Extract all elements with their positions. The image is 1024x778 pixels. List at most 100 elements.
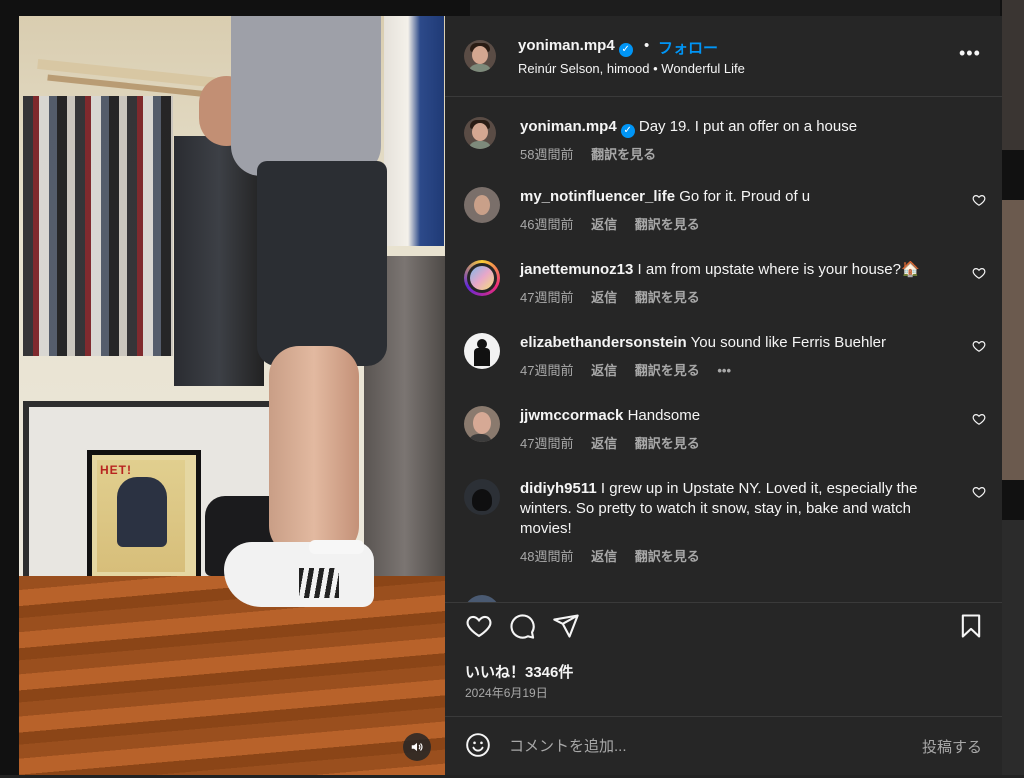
comment-avatar[interactable] <box>464 260 500 296</box>
comment-body: janettemunoz13 I am from upstate where i… <box>520 260 960 280</box>
comment-avatar[interactable] <box>464 595 500 602</box>
like-count[interactable]: いいね！3346件 <box>465 661 573 682</box>
reply-button[interactable]: 返信 <box>591 217 617 232</box>
actions-divider <box>445 602 1002 603</box>
author-avatar[interactable] <box>464 40 496 72</box>
video-scene-poster: HET! <box>87 450 201 588</box>
heart-icon[interactable] <box>465 612 493 640</box>
comment-username[interactable]: my_notinfluencer_life <box>520 188 675 205</box>
caption-translate-link[interactable]: 翻訳を見る <box>591 147 656 162</box>
video-scene-sock-stripes <box>299 568 339 598</box>
verified-icon: ✓ <box>620 124 635 138</box>
small-heart-icon <box>972 487 986 498</box>
comment-time[interactable]: 47週間前 <box>520 290 573 305</box>
like-comment-button[interactable] <box>972 412 986 429</box>
comment-meta: 47週間前 返信 翻訳を見る ••• <box>520 360 745 379</box>
comments-list[interactable]: yoniman.mp4 ✓ Day 19. I put an offer on a… <box>445 97 1002 602</box>
caption-text: Day 19. I put an offer on a house <box>638 118 858 135</box>
bookmark-icon[interactable] <box>957 612 985 640</box>
caption-username[interactable]: yoniman.mp4 <box>520 118 617 135</box>
video-scene-sock-top <box>309 540 364 554</box>
comment-username[interactable]: janettemunoz13 <box>520 261 633 278</box>
sound-toggle-button[interactable] <box>403 733 431 761</box>
post-comment-button[interactable]: 投稿する <box>922 736 982 757</box>
background-video-tile <box>1002 200 1024 480</box>
video-scene-person-torso <box>231 16 381 176</box>
comment-username[interactable]: jjwmccormack <box>520 407 623 424</box>
comment-avatar[interactable] <box>464 406 500 442</box>
share-icon[interactable] <box>552 612 580 640</box>
post-header: yoniman.mp4 ✓ • フォロー Reinúr Selson, himoo… <box>445 16 1002 96</box>
translate-link[interactable]: 翻訳を見る <box>635 217 700 232</box>
reply-button[interactable]: 返信 <box>591 436 617 451</box>
comment-avatar[interactable] <box>464 333 500 369</box>
small-heart-icon <box>972 341 986 352</box>
comment-text: You sound like Ferris Buehler <box>690 334 887 351</box>
translate-link[interactable]: 翻訳を見る <box>635 363 700 378</box>
poster-figure <box>117 477 167 547</box>
post-modal: HET! yoniman.mp4 ✓ • フォロー Reinúr Selson,… <box>19 16 1002 775</box>
small-heart-icon <box>972 414 986 425</box>
comment-body: jjwmccormack Handsome <box>520 406 960 426</box>
more-icon[interactable]: ••• <box>959 43 981 64</box>
caption-avatar[interactable] <box>464 117 496 149</box>
comment-meta: 47週間前 返信 翻訳を見る <box>520 287 714 306</box>
comment-meta: 47週間前 返信 翻訳を見る <box>520 433 714 452</box>
comment-meta: 48週間前 返信 翻訳を見る <box>520 546 714 565</box>
emoji-icon[interactable] <box>465 732 491 758</box>
video-scene-person-leg <box>269 346 359 556</box>
comment-body: didiyh9511 I grew up in Upstate NY. Love… <box>520 479 960 539</box>
comment-box-divider <box>445 716 1002 717</box>
comment-username[interactable]: didiyh9511 <box>520 480 597 497</box>
reel-video[interactable]: HET! <box>19 16 445 775</box>
comment-avatar[interactable] <box>464 187 500 223</box>
comment-username[interactable]: elizabethandersonstein <box>520 334 687 351</box>
reply-button[interactable]: 返信 <box>591 549 617 564</box>
small-heart-icon <box>972 195 986 206</box>
background-video-tile <box>1002 0 1024 150</box>
comment-avatar[interactable] <box>464 479 500 515</box>
comment-text: I am from upstate where is your house?🏠 <box>637 261 920 278</box>
author-username[interactable]: yoniman.mp4 ✓ <box>518 37 633 57</box>
caption-meta: 58週間前 翻訳を見る <box>520 144 670 163</box>
author-username-text[interactable]: yoniman.mp4 <box>518 37 615 54</box>
sound-icon <box>411 742 423 752</box>
like-comment-button[interactable] <box>972 266 986 283</box>
translate-link[interactable]: 翻訳を見る <box>635 549 700 564</box>
reply-button[interactable]: 返信 <box>591 363 617 378</box>
audio-attribution[interactable]: Reinúr Selson, himood • Wonderful Life <box>518 61 745 76</box>
comment-meta: 46週間前 返信 翻訳を見る <box>520 214 714 233</box>
comment-time[interactable]: 47週間前 <box>520 436 573 451</box>
like-comment-button[interactable] <box>972 193 986 210</box>
caption-body: yoniman.mp4 ✓ Day 19. I put an offer on a… <box>520 117 960 138</box>
comment-time[interactable]: 48週間前 <box>520 549 573 564</box>
comment-text: Go for it. Proud of u <box>679 188 811 205</box>
header-separator: • <box>644 37 650 54</box>
poster-text: HET! <box>100 463 132 477</box>
post-date[interactable]: 2024年6月19日 <box>465 684 548 701</box>
background-video-tile <box>470 0 1000 16</box>
reply-button[interactable]: 返信 <box>591 290 617 305</box>
post-side-panel: yoniman.mp4 ✓ • フォロー Reinúr Selson, himoo… <box>445 16 1002 775</box>
caption-time[interactable]: 58週間前 <box>520 147 573 162</box>
video-scene-floor <box>19 576 445 775</box>
translate-link[interactable]: 翻訳を見る <box>635 290 700 305</box>
like-comment-button[interactable] <box>972 339 986 356</box>
comment-time[interactable]: 47週間前 <box>520 363 573 378</box>
comment-body: my_notinfluencer_life Go for it. Proud o… <box>520 187 960 207</box>
translate-link[interactable]: 翻訳を見る <box>635 436 700 451</box>
video-scene-person-shorts <box>257 161 387 366</box>
post-actions <box>445 606 1002 650</box>
like-comment-button[interactable] <box>972 485 986 502</box>
video-scene-clothes <box>23 96 173 356</box>
comment-options-icon[interactable]: ••• <box>717 363 731 378</box>
follow-button[interactable]: フォロー <box>658 37 718 58</box>
comment-body: elizabethandersonstein You sound like Fe… <box>520 333 960 353</box>
comment-input[interactable] <box>507 732 891 760</box>
comment-icon[interactable] <box>508 612 536 640</box>
small-heart-icon <box>972 268 986 279</box>
video-scene-coat <box>384 16 444 246</box>
comment-time[interactable]: 46週間前 <box>520 217 573 232</box>
background-video-tile <box>1002 520 1024 778</box>
verified-icon: ✓ <box>618 43 633 57</box>
